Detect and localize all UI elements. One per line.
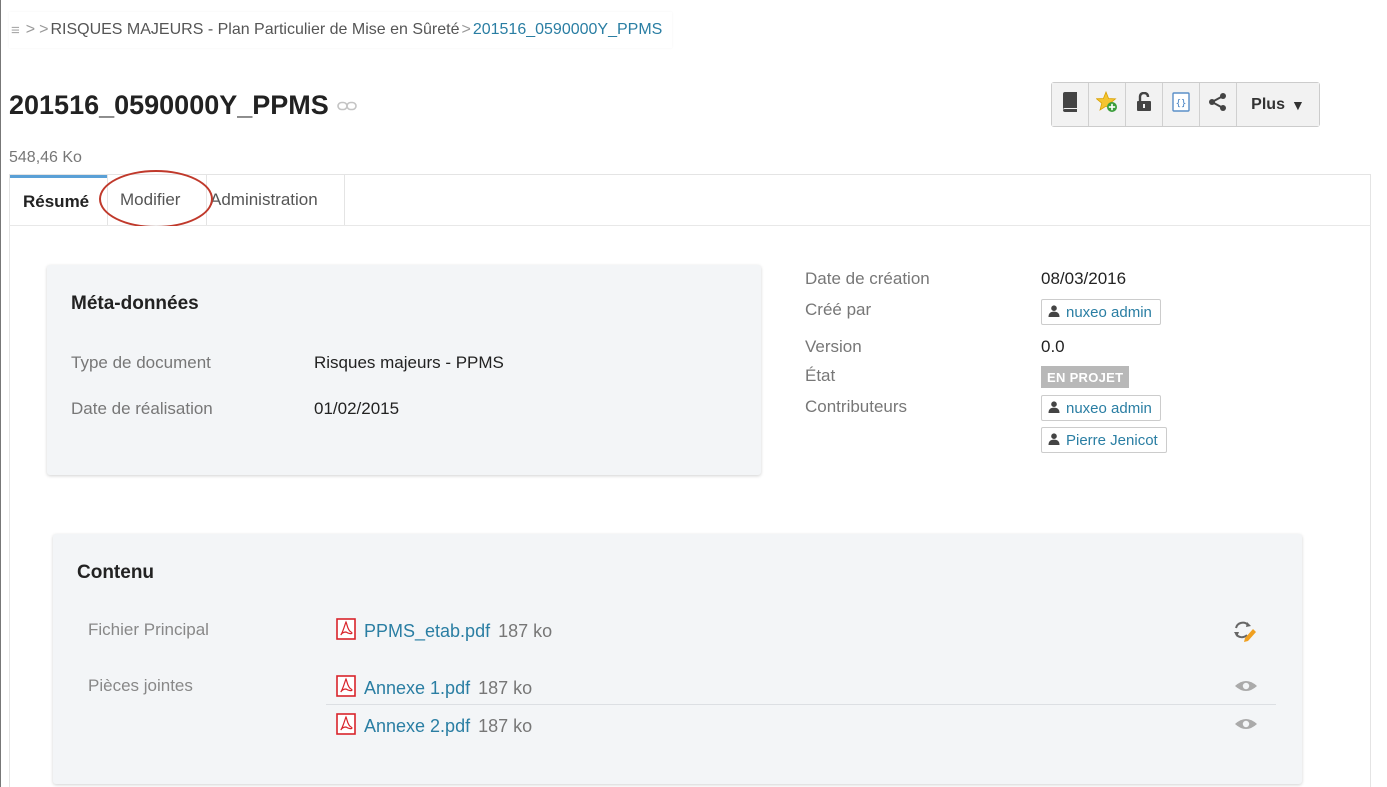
page: ≡ > > RISQUES MAJEURS - Plan Particulier… [0,0,1387,787]
main-file-link[interactable]: PPMS_etab.pdf [364,621,490,642]
breadcrumb-separator: > [461,21,471,38]
content-title: Contenu [77,562,155,583]
add-favorite-button[interactable] [1089,83,1126,126]
pdf-icon [336,618,356,645]
page-title: 201516_0590000Y_PPMS [9,90,357,121]
attachment-row: Annexe 2.pdf 187 ko [336,713,532,740]
contributors-label: Contributeurs [805,397,908,416]
attachment-row: Annexe 1.pdf 187 ko [336,675,532,702]
book-icon [1061,92,1079,117]
user-icon [1048,432,1060,449]
unlock-button[interactable] [1126,83,1163,126]
breadcrumb: ≡ > > RISQUES MAJEURS - Plan Particulier… [9,12,673,48]
add-favorite-icon [1095,90,1118,118]
pdf-icon [336,713,356,740]
document-type-value: Risques majeurs - PPMS [314,353,504,372]
created-by-label: Créé par [805,300,872,319]
tab-summary[interactable]: Résumé [10,175,107,225]
contributor-name: nuxeo admin [1066,399,1152,417]
breadcrumb-separator: > [25,21,36,38]
creation-date-label: Date de création [805,269,930,288]
creation-date-value: 08/03/2016 [1041,269,1127,288]
svg-text:{}: {} [1176,99,1187,109]
json-export-button[interactable]: {} [1163,83,1200,126]
pdf-icon [336,675,356,702]
main-file-size: 187 ko [498,621,553,641]
contributor-user[interactable]: Pierre Jenicot [1041,427,1167,453]
share-icon [1208,92,1228,117]
document-size: 548,46 Ko [9,149,82,166]
more-actions-button[interactable]: Plus ▼ [1237,83,1319,126]
attachments-label: Pièces jointes [88,676,193,695]
tab-summary-label: Résumé [23,191,90,211]
caret-down-icon: ▼ [1290,96,1305,113]
status-badge: EN PROJET [1041,366,1130,388]
replace-file-icon[interactable] [1233,620,1257,642]
contributor-name: Pierre Jenicot [1066,431,1158,449]
realization-date-value: 01/02/2015 [314,399,400,418]
attachment-size: 187 ko [478,678,533,698]
main-file-label: Fichier Principal [88,620,209,639]
user-icon [1048,304,1060,321]
version-label: Version [805,337,862,356]
preview-eye-icon[interactable] [1234,679,1258,693]
tab-administration-label: Administration [210,190,318,209]
permalink-icon[interactable] [336,101,357,111]
breadcrumb-parent-link[interactable]: RISQUES MAJEURS - Plan Particulier de Mi… [50,21,459,39]
created-by-user[interactable]: nuxeo admin [1041,299,1161,325]
realization-date-label: Date de réalisation [71,399,213,418]
annotation-circle [99,170,213,228]
document-type-label: Type de document [71,353,211,372]
contributor-user[interactable]: nuxeo admin [1041,395,1161,421]
share-button[interactable] [1200,83,1237,126]
version-value: 0.0 [1041,337,1065,356]
more-actions-label: Plus [1251,95,1285,113]
preview-eye-icon[interactable] [1234,717,1258,731]
breadcrumb-current[interactable]: 201516_0590000Y_PPMS [473,21,663,39]
content-card [53,534,1302,784]
json-export-icon: {} [1172,92,1190,117]
document-toolbar: {} Plus ▼ [1051,82,1320,127]
document-title: 201516_0590000Y_PPMS [9,90,329,120]
attachment-link[interactable]: Annexe 2.pdf [364,716,470,737]
attachment-divider [326,704,1276,705]
attachment-link[interactable]: Annexe 1.pdf [364,678,470,699]
tab-administration[interactable]: Administration [207,175,344,225]
menu-icon[interactable]: ≡ [11,22,20,39]
breadcrumb-separator: > [39,21,49,38]
metadata-title: Méta-données [71,293,199,314]
user-icon [1048,400,1060,417]
unlock-icon [1136,91,1152,117]
book-button[interactable] [1052,83,1089,126]
created-by-name: nuxeo admin [1066,303,1152,321]
tab-divider [344,175,345,225]
state-label: État [805,366,836,385]
main-file-row: PPMS_etab.pdf 187 ko [336,618,552,645]
tab-bar: Résumé Modifier Administration [9,174,1371,226]
attachment-size: 187 ko [478,716,533,736]
